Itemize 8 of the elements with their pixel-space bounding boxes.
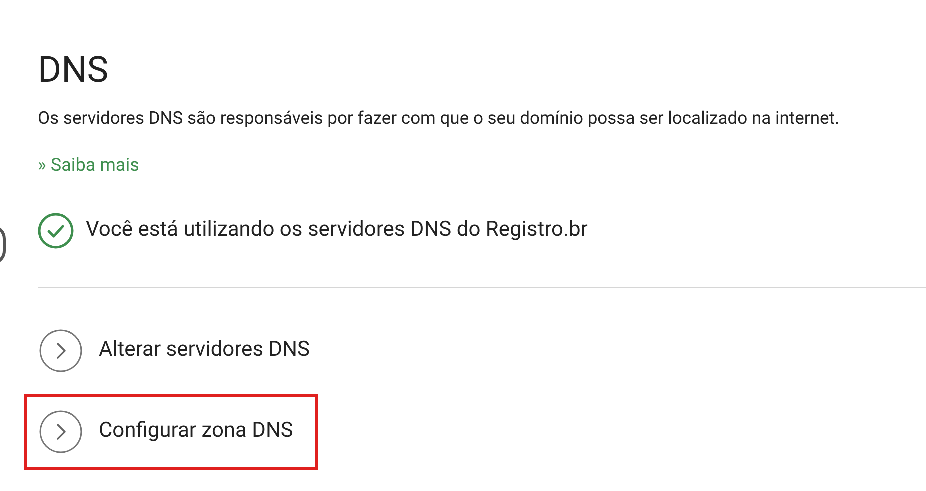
learn-more-link[interactable]: » Saiba mais: [38, 152, 140, 179]
description: Os servidores DNS são responsáveis por fazer com que o seu domínio possa ser localizado na internet.: [38, 108, 841, 131]
chevron-circle-icon: [39, 410, 83, 454]
status-message: Você está utilizando os servidores DNS do Registro.br: [86, 217, 588, 244]
page-title: DNS: [38, 48, 109, 92]
chevron-circle-icon: [39, 329, 83, 373]
action-link[interactable]: Alterar servidores DNS: [24, 318, 318, 384]
action-link[interactable]: Configurar zona DNS: [24, 394, 318, 470]
